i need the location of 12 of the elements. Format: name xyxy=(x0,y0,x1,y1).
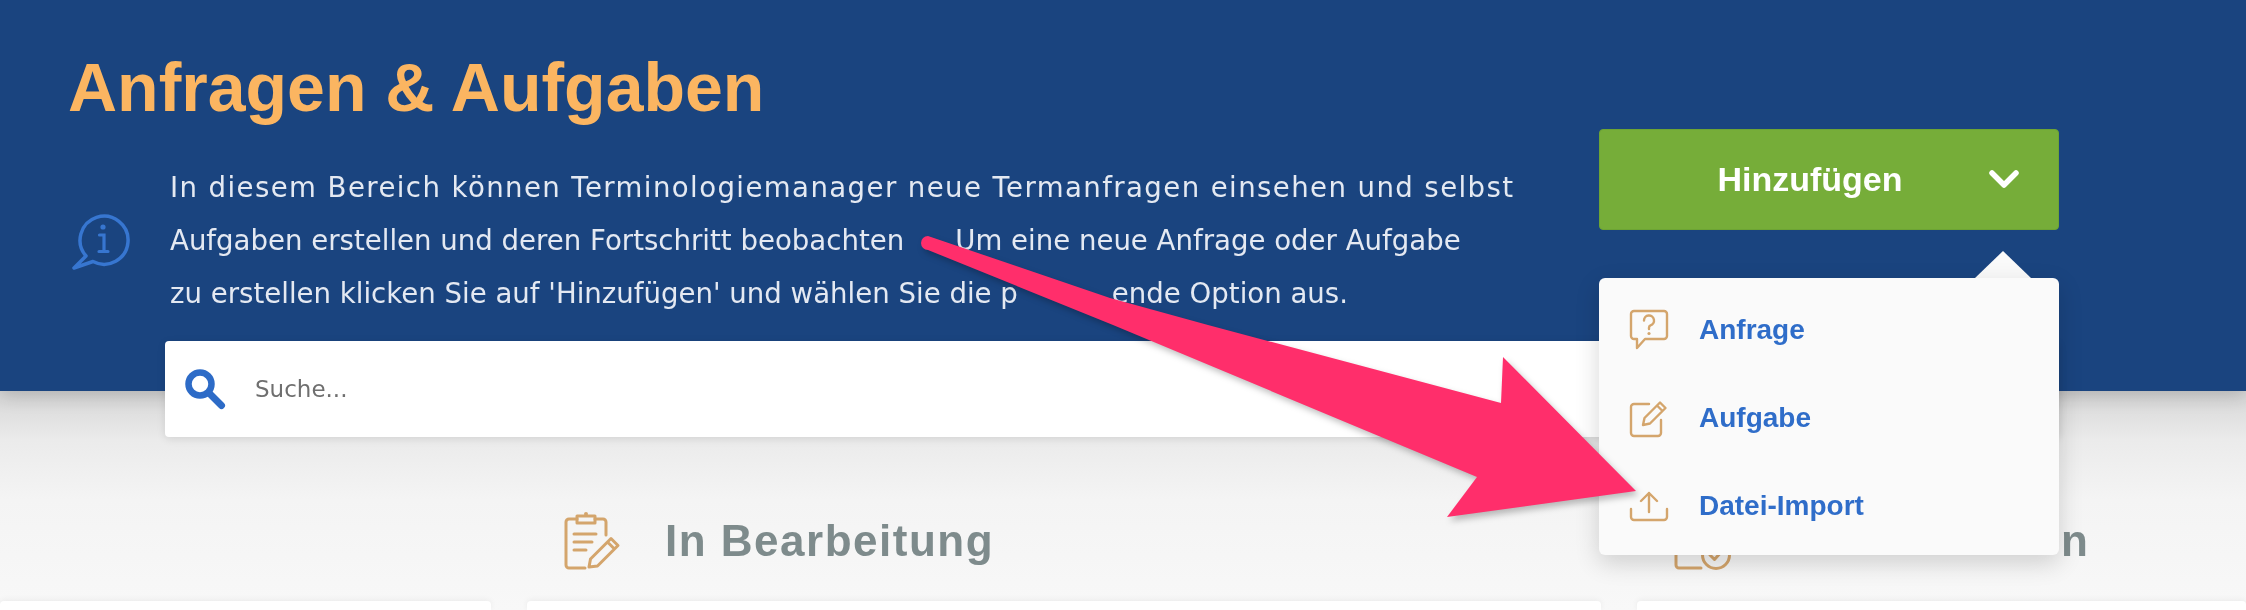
search-icon xyxy=(184,368,226,410)
column-heading: n xyxy=(2061,518,2090,563)
question-bubble-icon xyxy=(1629,309,1669,351)
pencil-square-icon xyxy=(1629,398,1669,438)
column-heading: In Bearbeitung xyxy=(665,518,995,563)
upload-icon xyxy=(1629,490,1669,522)
info-text: In diesem Bereich können Terminologiemanager neue Termanfragen einsehen und selbst Aufgaben erstellen und deren Fortschritt beobachten Um eine neue Anfrage oder Aufgabe zu erstellen klicken Sie auf 'Hinzufügen' und wählen Sie die p ende Option aus. xyxy=(170,170,1515,312)
add-button[interactable]: Hinzufügen xyxy=(1599,129,2059,230)
chevron-down-icon xyxy=(1988,169,2020,190)
clipboard-pencil-icon xyxy=(563,510,622,571)
menu-item[interactable]: Datei-Import xyxy=(1599,462,2059,550)
document-check-icon xyxy=(1673,555,1732,571)
